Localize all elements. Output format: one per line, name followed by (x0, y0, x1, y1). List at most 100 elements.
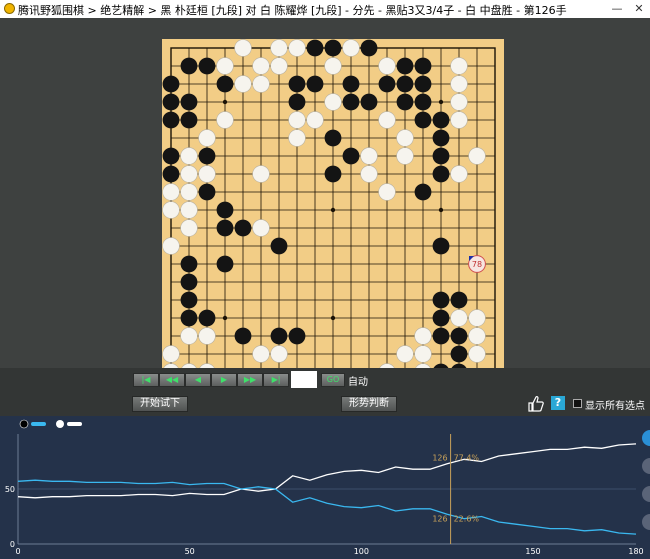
black-stone (288, 75, 306, 93)
start-trial-button[interactable]: 开始试下 (132, 396, 188, 412)
title-bar: 腾讯野狐围棋 > 绝艺精解 > 黑 朴廷桓 [九段] 对 白 陈耀烨 [九段] … (0, 0, 650, 18)
go-board[interactable]: 78 (162, 39, 504, 382)
white-stone (234, 75, 252, 93)
situation-judge-button[interactable]: 形势判断 (341, 396, 397, 412)
star-point (438, 207, 444, 213)
black-stone (396, 57, 414, 75)
black-stone (198, 57, 216, 75)
white-stone (252, 57, 270, 75)
black-stone (450, 291, 468, 309)
black-stone (198, 147, 216, 165)
thumbs-up-icon[interactable] (528, 395, 544, 412)
close-button[interactable]: ✕ (630, 0, 648, 18)
go-board-svg[interactable]: 78 (162, 39, 504, 382)
black-stone (324, 129, 342, 147)
white-stone (252, 219, 270, 237)
forward-ten-button[interactable]: ▶▶ (237, 373, 263, 387)
x-tick-label: 180 (628, 547, 643, 556)
white-stone (324, 93, 342, 111)
window-title: 腾讯野狐围棋 > 绝艺精解 > 黑 朴廷桓 [九段] 对 白 陈耀烨 [九段] … (18, 4, 567, 17)
black-stone (342, 93, 360, 111)
x-tick-label: 50 (185, 547, 195, 556)
black-stone (180, 57, 198, 75)
white-stone (468, 309, 486, 327)
board-area: 78 (0, 18, 650, 382)
white-stone (396, 129, 414, 147)
white-stone (450, 111, 468, 129)
back-one-button[interactable]: ◀ (185, 373, 211, 387)
first-move-button[interactable]: |◀ (133, 373, 159, 387)
white-stone (162, 201, 180, 219)
black-stone (162, 147, 180, 165)
black-stone (162, 93, 180, 111)
auto-play-button[interactable]: 自动 (348, 373, 368, 388)
black-stone (432, 129, 450, 147)
move-number-input[interactable] (291, 371, 317, 388)
forward-one-button[interactable]: ▶ (211, 373, 237, 387)
back-ten-button[interactable]: ◀◀ (159, 373, 185, 387)
black-stone (162, 75, 180, 93)
white-stone (252, 165, 270, 183)
white-stone (252, 75, 270, 93)
chart-side-tab (642, 514, 650, 530)
black-stone (216, 75, 234, 93)
y-tick-label: 50 (5, 485, 15, 494)
black-player-legend-icon (19, 419, 29, 429)
action-bar: 开始试下 形势判断 ? 显示所有选点 (0, 392, 650, 416)
go-button[interactable]: GO (321, 373, 345, 387)
white-stone (450, 57, 468, 75)
white-legend-swatch (67, 422, 82, 426)
white-stone (360, 147, 378, 165)
last-move-number: 78 (472, 260, 482, 269)
white-stone (378, 57, 396, 75)
black-stone (342, 75, 360, 93)
black-stone (324, 39, 342, 57)
white-stone (396, 345, 414, 363)
help-icon[interactable]: ? (551, 396, 565, 410)
black-stone (216, 255, 234, 273)
black-stone (378, 75, 396, 93)
app-logo-icon (4, 3, 15, 14)
white-stone (450, 165, 468, 183)
white-stone (396, 147, 414, 165)
black-stone (414, 93, 432, 111)
black-stone (162, 111, 180, 129)
white-stone (324, 57, 342, 75)
chart-side-tab (642, 486, 650, 502)
white-stone (414, 345, 432, 363)
white-stone (378, 183, 396, 201)
white-stone (216, 57, 234, 75)
show-all-checkbox[interactable] (573, 399, 582, 408)
white-stone (288, 129, 306, 147)
black-stone (198, 183, 216, 201)
black-stone (414, 57, 432, 75)
black-stone (414, 75, 432, 93)
black-stone (180, 309, 198, 327)
white-stone (450, 75, 468, 93)
last-move-button[interactable]: ▶| (263, 373, 289, 387)
white-stone (216, 111, 234, 129)
black-stone (324, 165, 342, 183)
star-point (330, 207, 336, 213)
x-tick-label: 0 (15, 547, 20, 556)
white-stone (162, 237, 180, 255)
black-stone (432, 327, 450, 345)
move-navigation-bar: |◀ ◀◀ ◀ ▶ ▶▶ ▶| GO 自动 (0, 368, 650, 392)
black-stone (396, 93, 414, 111)
black-stone (432, 111, 450, 129)
minimize-button[interactable]: — (608, 0, 626, 18)
white-stone (198, 129, 216, 147)
black-stone (432, 291, 450, 309)
white-stone (162, 183, 180, 201)
black-stone (180, 111, 198, 129)
marker-value-label-bottom: 22.6% (454, 515, 480, 524)
star-point (330, 315, 336, 321)
black-stone (450, 345, 468, 363)
white-stone (288, 39, 306, 57)
black-stone (180, 255, 198, 273)
star-point (222, 315, 228, 321)
black-stone (216, 201, 234, 219)
white-stone (162, 345, 180, 363)
chart-side-tab (642, 458, 650, 474)
white-stone (180, 219, 198, 237)
